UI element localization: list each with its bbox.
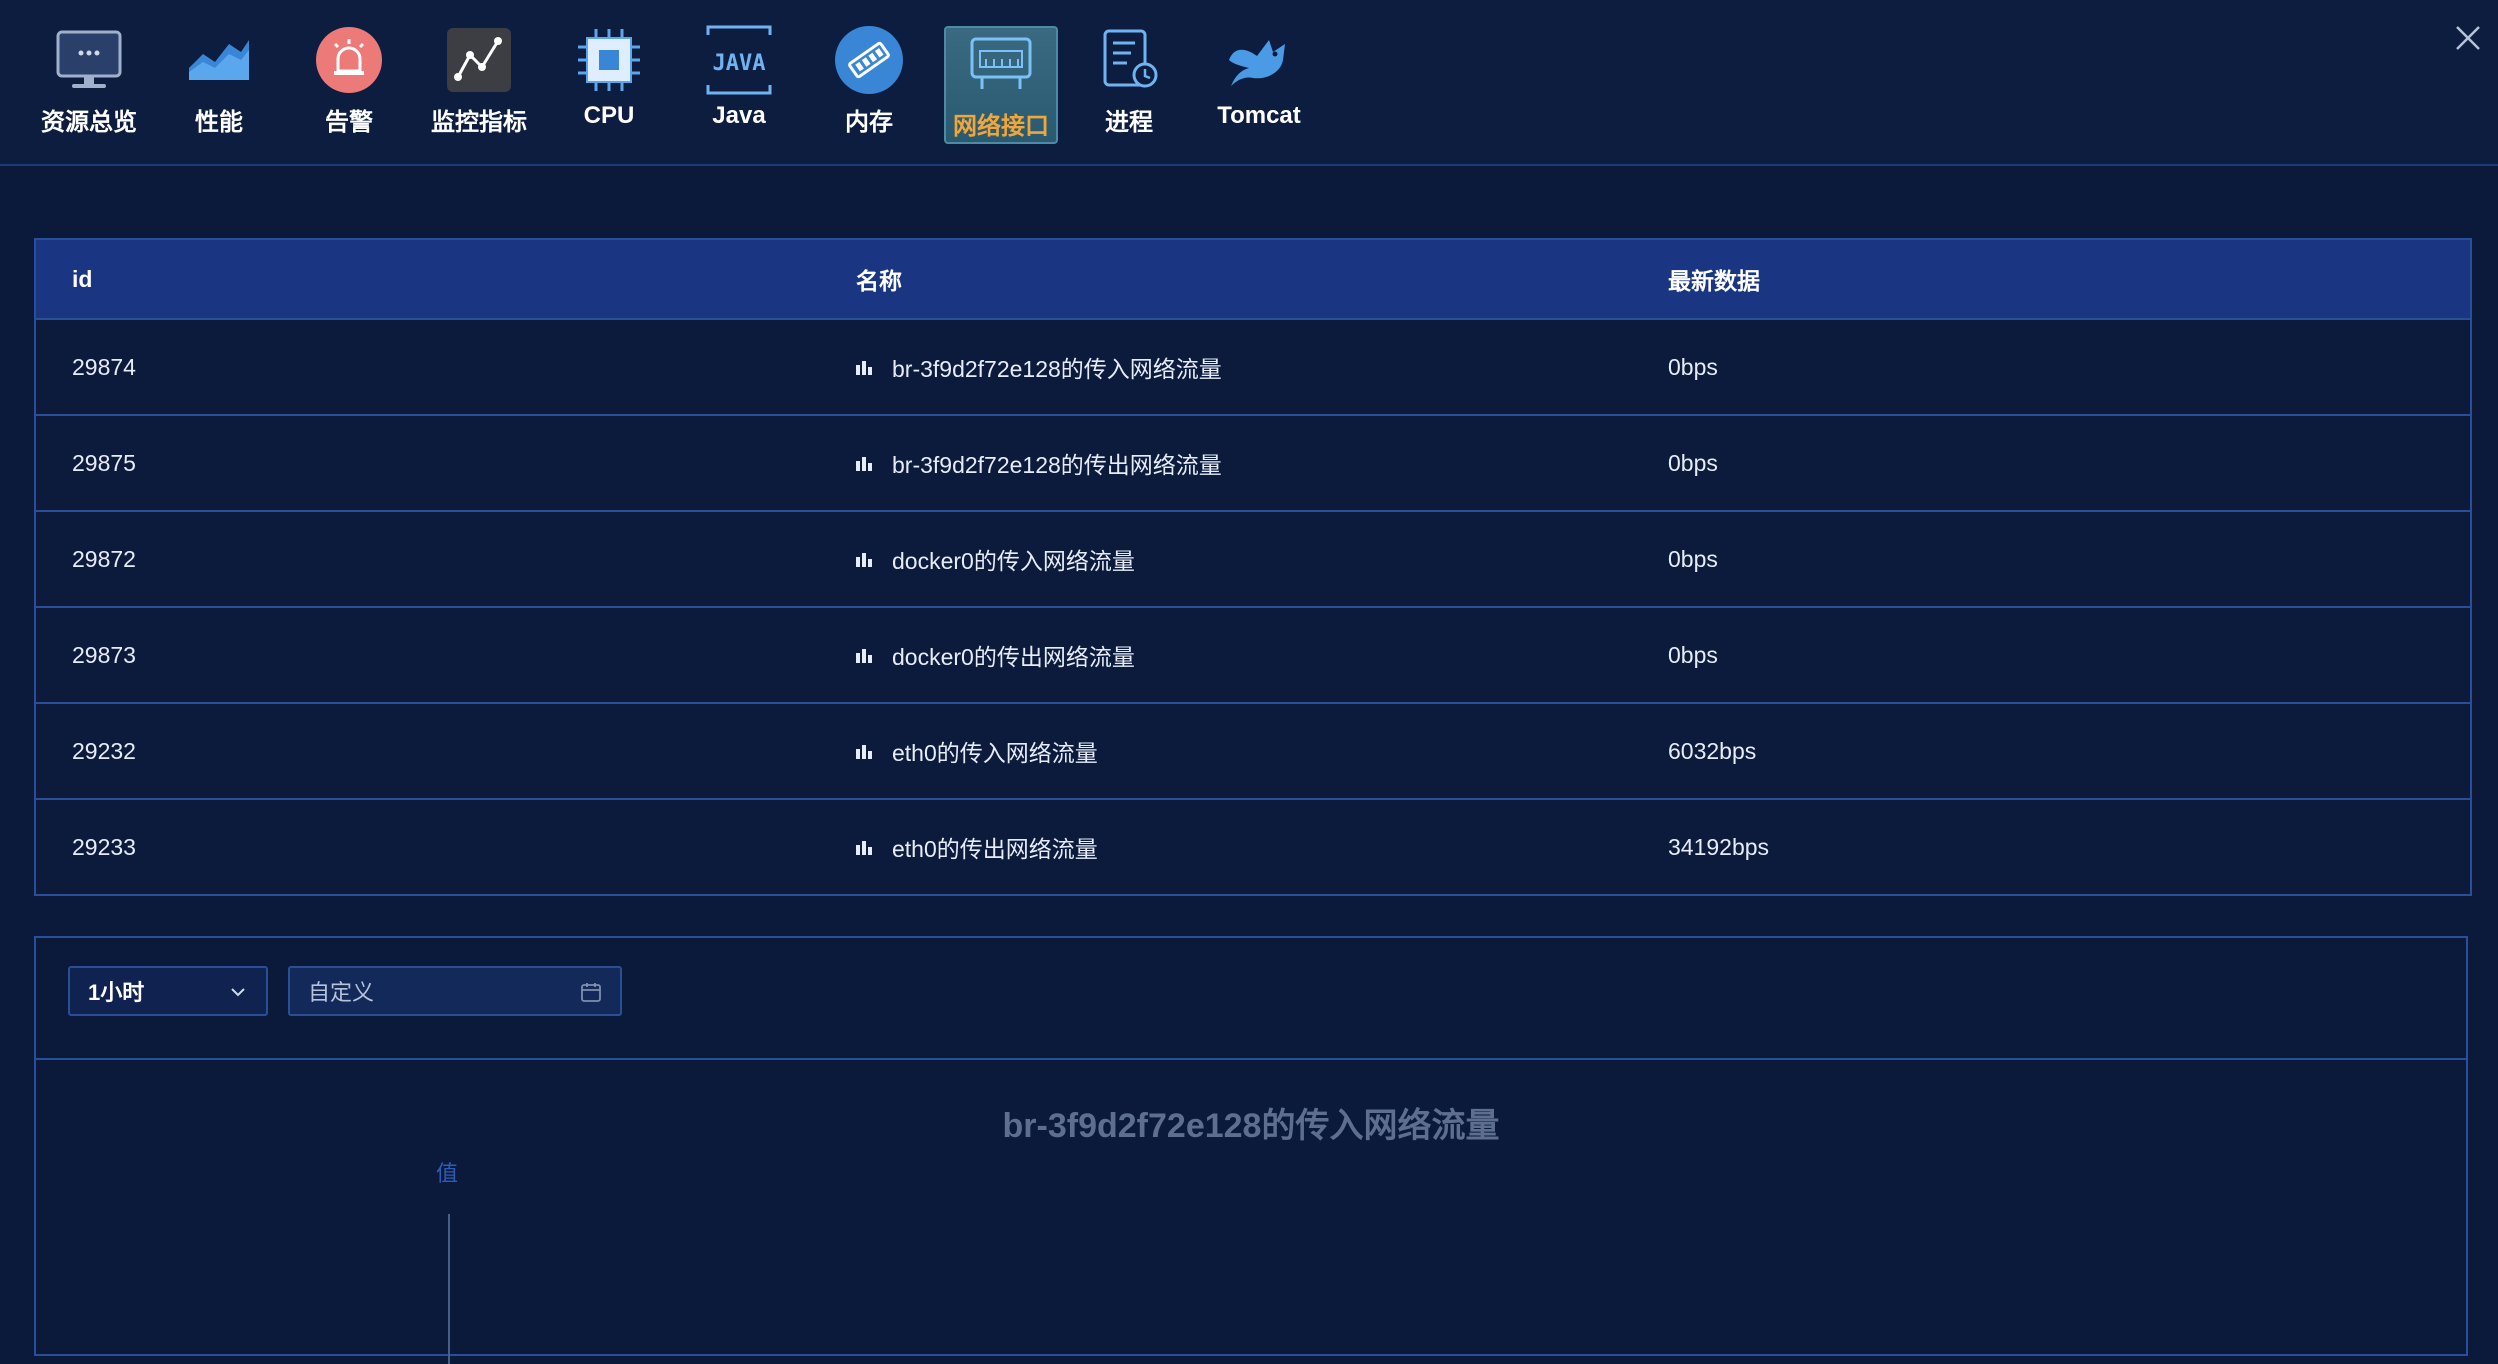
time-range-select[interactable]: 1小时 — [68, 966, 268, 1016]
cell-name[interactable]: br-3f9d2f72e128的传入网络流量 — [848, 350, 1660, 384]
tool-label: 资源总览 — [41, 109, 137, 136]
table-row[interactable]: 29873 docker0的传出网络流量 0bps — [36, 606, 2470, 702]
network-interface-table: id 名称 最新数据 29874 br-3f9d2f72e128的传入网络流量 … — [34, 238, 2472, 896]
tool-process[interactable]: 进程 — [1074, 24, 1184, 138]
tool-label: 网络接口 — [953, 113, 1049, 140]
cell-latest: 6032bps — [1668, 737, 1757, 764]
bar-chart-icon — [856, 745, 872, 759]
cell-name[interactable]: br-3f9d2f72e128的传出网络流量 — [848, 446, 1660, 480]
monitor-icon — [53, 24, 125, 96]
bar-chart-icon — [856, 649, 872, 663]
memory-icon — [833, 24, 905, 96]
tool-performance[interactable]: 性能 — [164, 24, 274, 138]
cell-name-text: docker0的传入网络流量 — [892, 548, 1135, 574]
cell-name[interactable]: docker0的传出网络流量 — [848, 638, 1660, 672]
line-chart-icon — [443, 24, 515, 96]
table-row[interactable]: 29232 eth0的传入网络流量 6032bps — [36, 702, 2470, 798]
chart-title: br-3f9d2f72e128的传入网络流量 — [1002, 1107, 1500, 1145]
table-row[interactable]: 29872 docker0的传入网络流量 0bps — [36, 510, 2470, 606]
process-icon — [1093, 24, 1165, 96]
time-range-value: 1小时 — [88, 980, 145, 1005]
alarm-icon — [313, 24, 385, 96]
close-icon — [2456, 26, 2480, 50]
tool-label: 监控指标 — [431, 109, 527, 136]
cell-id: 29233 — [72, 833, 136, 860]
date-range-placeholder: 自定义 — [308, 980, 375, 1005]
svg-text:JAVA: JAVA — [713, 51, 766, 76]
cell-id: 29873 — [72, 641, 136, 668]
cell-id: 29874 — [72, 353, 136, 380]
tool-tomcat[interactable]: Tomcat — [1204, 24, 1314, 138]
tool-label: 告警 — [325, 109, 373, 136]
cell-latest: 0bps — [1668, 545, 1718, 572]
y-axis-label: 值 — [436, 1161, 459, 1186]
tool-label: 进程 — [1105, 109, 1153, 136]
tool-cpu[interactable]: CPU — [554, 24, 664, 138]
bar-chart-icon — [856, 457, 872, 471]
close-button[interactable] — [2448, 18, 2488, 58]
cell-name-text: br-3f9d2f72e128的传出网络流量 — [892, 452, 1222, 478]
tomcat-icon — [1223, 24, 1295, 96]
tool-alarm[interactable]: 告警 — [294, 24, 404, 138]
date-range-input[interactable]: 自定义 — [288, 966, 622, 1016]
header-name: 名称 — [856, 268, 902, 294]
cell-name-text: br-3f9d2f72e128的传入网络流量 — [892, 356, 1222, 382]
cell-name[interactable]: docker0的传入网络流量 — [848, 542, 1660, 576]
chart-panel: 1小时 自定义 br-3f9d2f72e128的传入网络流量 值 — [34, 936, 2468, 1364]
header-id: id — [72, 265, 93, 292]
tool-label: Tomcat — [1217, 102, 1301, 129]
tool-resource-overview[interactable]: 资源总览 — [34, 24, 144, 138]
cell-id: 29872 — [72, 545, 136, 572]
toolbar: 资源总览 性能 告警 监控指标 CPU JAVA Java 内存 网络接口 进程… — [0, 0, 2498, 166]
bar-chart-icon — [856, 553, 872, 567]
chevron-down-icon — [231, 988, 245, 997]
cpu-icon — [573, 24, 645, 96]
cell-latest: 0bps — [1668, 641, 1718, 668]
tool-metrics[interactable]: 监控指标 — [424, 24, 534, 138]
cell-latest: 0bps — [1668, 449, 1718, 476]
tool-label: 性能 — [195, 109, 243, 136]
area-chart-icon — [183, 24, 255, 96]
tool-memory[interactable]: 内存 — [814, 24, 924, 138]
cell-id: 29875 — [72, 449, 136, 476]
calendar-icon — [581, 983, 601, 1002]
cell-name-text: eth0的传出网络流量 — [892, 836, 1098, 862]
table-row[interactable]: 29874 br-3f9d2f72e128的传入网络流量 0bps — [36, 318, 2470, 414]
header-latest: 最新数据 — [1668, 268, 1760, 294]
tool-label: CPU — [583, 102, 635, 129]
tool-label: 内存 — [845, 109, 893, 136]
cell-name-text: docker0的传出网络流量 — [892, 644, 1135, 670]
tool-label: Java — [712, 102, 766, 129]
cell-name[interactable]: eth0的传入网络流量 — [848, 734, 1660, 768]
cell-latest: 0bps — [1668, 353, 1718, 380]
table-header: id 名称 最新数据 — [36, 240, 2470, 318]
network-icon — [965, 28, 1037, 100]
bar-chart-icon — [856, 361, 872, 375]
cell-latest: 34192bps — [1668, 833, 1770, 860]
y-axis-line — [448, 1214, 450, 1364]
java-icon: JAVA — [703, 24, 775, 96]
table-row[interactable]: 29233 eth0的传出网络流量 34192bps — [36, 798, 2470, 894]
cell-name[interactable]: eth0的传出网络流量 — [848, 830, 1660, 864]
cell-id: 29232 — [72, 737, 136, 764]
cell-name-text: eth0的传入网络流量 — [892, 740, 1098, 766]
table-row[interactable]: 29875 br-3f9d2f72e128的传出网络流量 0bps — [36, 414, 2470, 510]
tool-java[interactable]: JAVA Java — [684, 24, 794, 138]
tool-network[interactable]: 网络接口 — [944, 26, 1058, 144]
filter-bar: 1小时 自定义 — [36, 938, 2466, 1060]
bar-chart-icon — [856, 841, 872, 855]
